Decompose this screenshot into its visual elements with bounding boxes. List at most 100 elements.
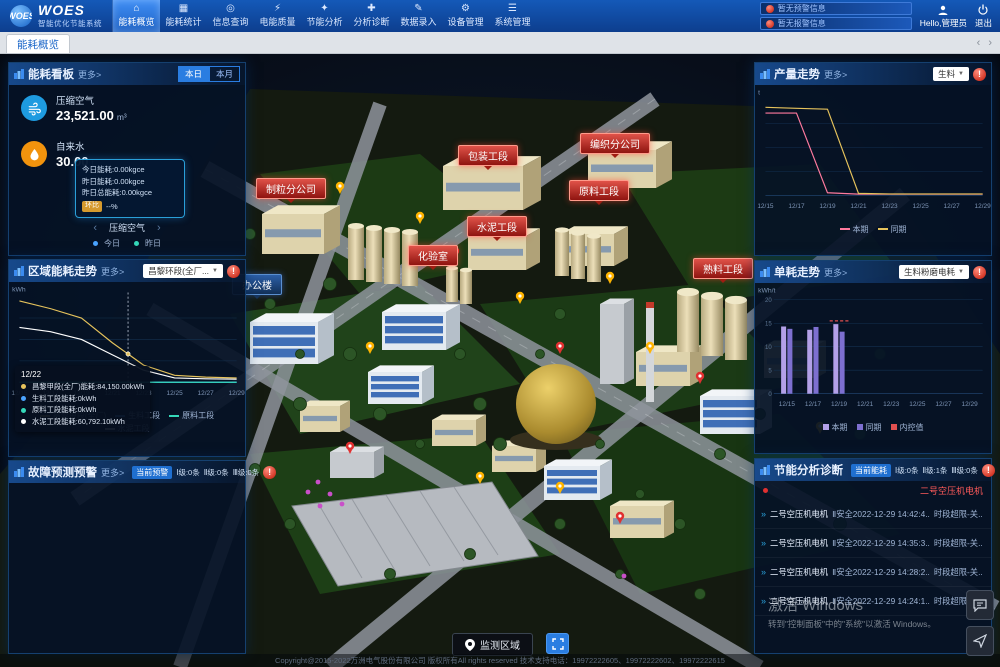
map-label-cement-section[interactable]: 水泥工段 (467, 216, 527, 237)
energy-board-body: 压缩空气23,521.00m³自来水30.00t 今日能耗:0.00kgce 昨… (9, 85, 245, 255)
map-label-packaging-section[interactable]: 包装工段 (458, 145, 518, 166)
power-icon (977, 4, 989, 16)
svg-text:12/29: 12/29 (229, 390, 245, 397)
legend-item[interactable]: 同期 (878, 224, 907, 235)
tooltip-date: 12/22 (21, 370, 144, 379)
region-select[interactable]: 昌黎环段(全厂... ▼ (143, 264, 223, 278)
logout-button[interactable]: 退出 (975, 4, 992, 29)
legend-item[interactable]: 昨日 (134, 238, 161, 249)
nav-item-device-management[interactable]: ⚙设备管理 (442, 0, 489, 32)
map-label-weaving-branch[interactable]: 编织分公司 (580, 133, 650, 154)
more-link[interactable]: 更多> (824, 68, 847, 81)
legend-item[interactable]: 同期 (857, 422, 882, 433)
analysis-icon: ✦ (320, 4, 328, 14)
tab-scroll-right-icon[interactable]: › (988, 37, 992, 49)
navigate-button[interactable] (966, 626, 994, 656)
region-trend-body: kWh12/1512/1712/1912/2112/2312/2512/2712… (9, 282, 245, 435)
power-quality-icon: ⚡ (274, 4, 281, 14)
current-alert-name: 二号空压机电机 (920, 484, 983, 497)
chevron-down-icon: ▼ (958, 71, 964, 77)
nav-item-info-query[interactable]: ◎信息查询 (207, 0, 254, 32)
tab-bar: 能耗概览 ‹ › (0, 32, 1000, 54)
product-select[interactable]: 生料 ▼ (933, 67, 969, 81)
panel-title: 区域能耗走势 (28, 263, 97, 279)
more-link[interactable]: 更多> (101, 466, 124, 479)
map-label-clinker-section[interactable]: 熟料工段 (693, 258, 753, 279)
legend-item[interactable]: 本期 (840, 224, 869, 235)
nav-label: 系统管理 (494, 15, 530, 28)
current-warning-badge[interactable]: 当前预警 (132, 466, 172, 479)
top-header: WOES WOES 智能优化节能系统 ⌂能耗概览▦能耗统计◎信息查询⚡电能质量✦… (0, 0, 1000, 32)
more-link[interactable]: 更多> (78, 68, 101, 81)
fullscreen-button[interactable] (546, 633, 569, 654)
svg-text:0: 0 (768, 392, 772, 398)
svg-text:12/29: 12/29 (975, 203, 991, 210)
nav-label: 数据录入 (400, 15, 436, 28)
legend-item[interactable]: 今日 (93, 238, 120, 249)
alarm-badge-icon[interactable]: ! (973, 266, 986, 279)
panel-title: 故障预测预警 (28, 464, 97, 480)
legend-item[interactable]: 内控值 (891, 422, 924, 433)
chevron-down-icon: ▼ (958, 269, 964, 275)
nav-label: 能耗统计 (165, 15, 201, 28)
logout-label: 退出 (975, 17, 992, 29)
legend-item[interactable]: 原料工段 (169, 410, 214, 421)
user-menu[interactable]: Hello,管理员 (920, 4, 967, 29)
production-legend: 本期同期 (755, 223, 991, 236)
analysis-item[interactable]: »二号空压机电机Ⅱ安全2022-12-29 14:42:4..时段超限-关.. (755, 500, 991, 529)
current-energy-badge[interactable]: 当前能耗 (851, 464, 891, 477)
alert-dot-icon (766, 20, 774, 28)
alarm-badge-icon[interactable]: ! (263, 466, 276, 479)
more-link[interactable]: 更多> (101, 265, 124, 278)
tab-energy-overview[interactable]: 能耗概览 (6, 34, 70, 53)
nav-item-energy-overview[interactable]: ⌂能耗概览 (113, 0, 160, 32)
day-toggle[interactable]: 本日 (178, 66, 209, 82)
nav-item-power-quality[interactable]: ⚡电能质量 (254, 0, 301, 32)
analysis-item[interactable]: »二号空压机电机Ⅱ安全2022-12-29 14:24:1..时段超限-关.. (755, 587, 991, 616)
unit-consumption-panel: 单耗走势 更多> 生料粉磨电耗 ▼ ! 05101520kWh/t12/1512… (754, 260, 992, 454)
metric-name: 压缩空气 (56, 93, 127, 107)
alarm-badge-icon[interactable]: ! (982, 464, 995, 477)
svg-text:12/27: 12/27 (935, 401, 952, 408)
metric-unit: m³ (117, 112, 127, 122)
metric-compressed-air: 压缩空气23,521.00m³ (9, 85, 245, 131)
feedback-button[interactable] (966, 590, 994, 620)
alarm-badge-icon[interactable]: ! (227, 265, 240, 278)
legend-item[interactable]: 本期 (823, 422, 848, 433)
more-link[interactable]: 更多> (824, 266, 847, 279)
svg-text:12/23: 12/23 (883, 401, 900, 408)
nav-item-energy-saving[interactable]: ✦节能分析 (301, 0, 348, 32)
svg-text:12/17: 12/17 (788, 203, 805, 210)
alarm-badge-icon[interactable]: ! (973, 68, 986, 81)
tab-scroll-left-icon[interactable]: ‹ (977, 37, 981, 49)
carousel-prev-icon[interactable]: ‹ (93, 222, 97, 234)
map-label-laboratory[interactable]: 化验室 (408, 245, 458, 266)
diagnosis-icon: ✚ (367, 4, 375, 14)
analysis-item[interactable]: »二号空压机电机Ⅱ安全2022-12-29 14:35:3..时段超限-关.. (755, 529, 991, 558)
level-count: Ⅰ级:0条 (895, 465, 918, 476)
nav-item-data-entry[interactable]: ✎数据录入 (395, 0, 442, 32)
panel-icon (14, 69, 24, 79)
analysis-item[interactable]: »二号空压机电机Ⅱ安全2022-12-29 14:28:2..时段超限-关.. (755, 558, 991, 587)
monitor-area-button[interactable]: 监测区域 (452, 633, 533, 656)
map-label-raw-material-section[interactable]: 原料工段 (569, 180, 629, 201)
banner-alarm[interactable]: 暂无报警信息 (760, 17, 912, 30)
svg-text:15: 15 (765, 321, 772, 327)
consumption-select[interactable]: 生料粉磨电耗 ▼ (899, 265, 969, 279)
double-arrow-icon: » (761, 596, 766, 606)
air-icon (21, 95, 47, 121)
tooltip-line: 水泥工段能耗:60,792.10kWh (21, 416, 144, 428)
location-pin-icon (465, 639, 475, 651)
carousel-next-icon[interactable]: › (157, 222, 161, 234)
energy-analysis-body: 二号空压机电机 »二号空压机电机Ⅱ安全2022-12-29 14:42:4..时… (755, 481, 991, 616)
map-label-granulation-branch[interactable]: 制粒分公司 (256, 178, 326, 199)
unit-consumption-chart[interactable]: 05101520kWh/t12/1512/1712/1912/2112/2312… (755, 283, 991, 421)
production-trend-chart[interactable]: t12/1512/1712/1912/2112/2312/2512/2712/2… (755, 85, 991, 223)
main-area: 制粒分公司包装工段编织分公司原料工段水泥工段化验室办公楼熟料工段 能耗看板 更多… (0, 54, 1000, 667)
nav-item-diagnosis[interactable]: ✚分析诊断 (348, 0, 395, 32)
nav-item-system-management[interactable]: ☰系统管理 (489, 0, 536, 32)
nav-item-energy-stats[interactable]: ▦能耗统计 (160, 0, 207, 32)
month-toggle[interactable]: 本月 (209, 66, 240, 82)
svg-text:12/25: 12/25 (909, 401, 926, 408)
banner-warning[interactable]: 暂无预警信息 (760, 2, 912, 15)
